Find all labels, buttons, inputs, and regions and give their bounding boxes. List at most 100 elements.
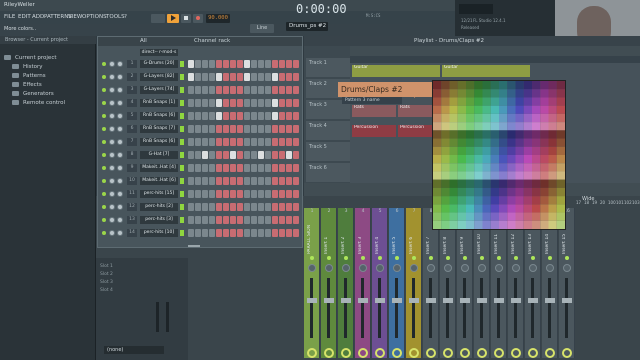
- step-button[interactable]: [202, 125, 208, 133]
- step-button[interactable]: [230, 125, 236, 133]
- color-swatch[interactable]: [466, 138, 475, 147]
- step-button[interactable]: [251, 164, 257, 172]
- browser-item-remote-control[interactable]: Remote control: [0, 99, 96, 108]
- color-swatch[interactable]: [548, 122, 557, 131]
- color-swatch[interactable]: [556, 113, 565, 123]
- color-swatch[interactable]: [548, 196, 557, 205]
- color-palette[interactable]: [432, 80, 566, 230]
- volume-knob[interactable]: [117, 217, 123, 223]
- volume-knob[interactable]: [117, 126, 123, 132]
- color-swatch[interactable]: [523, 122, 532, 131]
- step-button[interactable]: [265, 177, 271, 185]
- menu-file[interactable]: FILE: [4, 14, 15, 20]
- mixer-insert-strip[interactable]: 5 Insert 4: [372, 208, 388, 358]
- step-button[interactable]: [237, 177, 243, 185]
- color-swatch[interactable]: [507, 163, 516, 172]
- strip-send-icon[interactable]: [324, 348, 334, 358]
- step-button[interactable]: [223, 203, 229, 211]
- step-button[interactable]: [251, 151, 257, 159]
- channel-row[interactable]: 4 RnB Snaps [1]: [100, 98, 300, 109]
- color-swatch[interactable]: [548, 138, 557, 147]
- strip-fader-track[interactable]: [446, 278, 449, 338]
- color-grid-svg[interactable]: [433, 81, 565, 229]
- volume-knob[interactable]: [117, 230, 123, 236]
- color-swatch[interactable]: [540, 212, 549, 221]
- step-button[interactable]: [244, 125, 250, 133]
- color-swatch[interactable]: [540, 187, 549, 197]
- pan-knob[interactable]: [109, 152, 115, 158]
- pan-knob[interactable]: [109, 165, 115, 171]
- color-swatch[interactable]: [482, 138, 491, 147]
- step-button[interactable]: [202, 177, 208, 185]
- step-button[interactable]: [265, 216, 271, 224]
- channel-select-indicator[interactable]: [180, 230, 184, 236]
- step-button[interactable]: [258, 60, 264, 68]
- color-swatch[interactable]: [556, 81, 565, 90]
- channel-row[interactable]: 12 perc-hits [2]: [100, 202, 300, 213]
- color-swatch[interactable]: [441, 204, 450, 213]
- step-button[interactable]: [216, 164, 222, 172]
- color-swatch[interactable]: [507, 187, 516, 197]
- color-swatch[interactable]: [490, 179, 499, 188]
- color-swatch[interactable]: [474, 204, 483, 213]
- step-button[interactable]: [223, 164, 229, 172]
- mixer-slot[interactable]: Slot 2: [100, 272, 182, 278]
- color-swatch[interactable]: [540, 89, 549, 98]
- pan-knob[interactable]: [109, 61, 115, 67]
- pattern-selector[interactable]: Drums_ps #2: [286, 22, 328, 31]
- color-swatch[interactable]: [515, 113, 524, 123]
- step-button[interactable]: [286, 138, 292, 146]
- color-swatch[interactable]: [466, 196, 475, 205]
- color-swatch[interactable]: [490, 89, 499, 98]
- color-swatch[interactable]: [540, 130, 549, 139]
- color-swatch[interactable]: [441, 81, 450, 90]
- color-swatch[interactable]: [540, 179, 549, 188]
- channel-mixer-track[interactable]: 6: [127, 125, 137, 133]
- step-button[interactable]: [251, 229, 257, 237]
- strip-fader-track[interactable]: [429, 278, 432, 338]
- step-button[interactable]: [279, 99, 285, 107]
- mixer-insert-strip[interactable]: 1 PARALL SION: [304, 208, 320, 358]
- mixer-insert-strip[interactable]: 6 Insert 5: [389, 208, 405, 358]
- step-button[interactable]: [244, 216, 250, 224]
- step-button[interactable]: [195, 164, 201, 172]
- play-button[interactable]: [167, 14, 179, 23]
- channel-name-button[interactable]: Makeit..Hat [4]: [140, 164, 178, 172]
- color-swatch[interactable]: [449, 130, 458, 139]
- step-button[interactable]: [209, 190, 215, 198]
- color-swatch[interactable]: [532, 179, 541, 188]
- pan-knob[interactable]: [109, 191, 115, 197]
- color-swatch[interactable]: [482, 146, 491, 155]
- color-swatch[interactable]: [490, 113, 499, 123]
- color-swatch[interactable]: [490, 155, 499, 164]
- step-button[interactable]: [195, 112, 201, 120]
- color-swatch[interactable]: [548, 155, 557, 164]
- step-button[interactable]: [237, 216, 243, 224]
- strip-fader-handle[interactable]: [528, 298, 538, 303]
- color-swatch[interactable]: [532, 81, 541, 90]
- color-swatch[interactable]: [507, 146, 516, 155]
- strip-pan-knob[interactable]: [444, 264, 452, 272]
- step-button[interactable]: [216, 125, 222, 133]
- step-button[interactable]: [258, 125, 264, 133]
- color-swatch[interactable]: [507, 122, 516, 131]
- color-swatch[interactable]: [499, 122, 508, 131]
- color-swatch[interactable]: [507, 97, 516, 106]
- channel-mute-led[interactable]: [102, 192, 106, 196]
- strip-enable-led[interactable]: [310, 256, 314, 260]
- volume-knob[interactable]: [117, 165, 123, 171]
- step-button[interactable]: [272, 73, 278, 81]
- volume-knob[interactable]: [117, 204, 123, 210]
- strip-fader-handle[interactable]: [477, 298, 487, 303]
- step-button[interactable]: [209, 216, 215, 224]
- menu-add[interactable]: ADD: [32, 14, 44, 20]
- step-button[interactable]: [223, 190, 229, 198]
- color-swatch[interactable]: [499, 113, 508, 123]
- step-button[interactable]: [258, 203, 264, 211]
- color-swatch[interactable]: [474, 171, 483, 180]
- step-button[interactable]: [265, 112, 271, 120]
- step-button[interactable]: [237, 112, 243, 120]
- volume-knob[interactable]: [117, 74, 123, 80]
- color-swatch[interactable]: [441, 113, 450, 123]
- step-button[interactable]: [258, 86, 264, 94]
